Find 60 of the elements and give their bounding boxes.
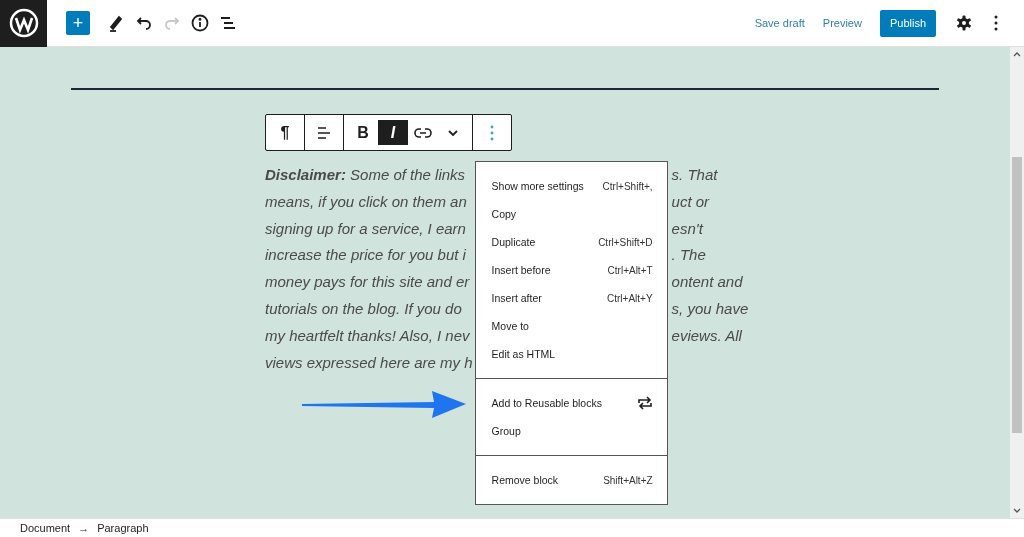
breadcrumb-link[interactable]: Paragraph <box>97 522 149 534</box>
publish-button[interactable]: Publish <box>879 9 936 37</box>
menu-item-label: Duplicate <box>491 236 536 248</box>
paragraph-text: uct or <box>670 191 711 212</box>
breadcrumb-separator: → <box>78 522 90 534</box>
site-logo-icon <box>8 8 39 38</box>
paragraph-text: ontent and <box>670 272 744 293</box>
menu-item[interactable]: Add to Reusable blocks <box>475 389 667 417</box>
paragraph-text: s, you have <box>670 299 749 319</box>
shortcut-text: Ctrl+Alt+T <box>607 264 653 276</box>
menu-item-label: Copy <box>491 208 517 220</box>
scroll-up-icon[interactable] <box>1013 51 1021 57</box>
paragraph-text: views expressed here are my h <box>265 352 474 373</box>
paragraph-text: means, if you click on them an <box>265 191 468 212</box>
menu-item[interactable]: Copy <box>475 200 667 228</box>
menu-item[interactable]: Insert after Ctrl+Alt+Y <box>475 284 667 312</box>
menu-item-label: Group <box>491 425 521 437</box>
menu-item-label: Add to Reusable blocks <box>491 397 602 409</box>
paragraph-text: s. That <box>670 165 719 185</box>
shortcut-text: Ctrl+Shift+, <box>602 180 653 192</box>
scrollbar[interactable] <box>1010 47 1024 518</box>
scroll-down-icon[interactable] <box>1013 508 1021 514</box>
paragraph-text: . The <box>670 245 707 266</box>
menu-item[interactable]: Move to <box>475 312 667 340</box>
paragraph-text: tutorials on the blog. If you do <box>265 299 463 319</box>
menu-item[interactable]: Remove block Shift+Alt+Z <box>475 466 667 494</box>
menu-item-label: Show more settings <box>491 180 584 192</box>
logo-tile[interactable] <box>0 0 47 47</box>
save-draft-button[interactable]: Save draft <box>754 17 805 29</box>
paragraph-text: Disclaimer: Some of the links <box>265 165 467 185</box>
shortcut-text: Ctrl+Shift+D <box>598 236 653 248</box>
shortcut-text: Shift+Alt+Z <box>603 474 653 486</box>
scrollbar-thumb[interactable] <box>1012 157 1022 433</box>
repeat-arrows-icon <box>636 395 653 411</box>
menu-item-label: Move to <box>491 320 529 332</box>
paragraph-text: money pays for this site and er <box>265 272 471 293</box>
preview-button[interactable]: Preview <box>822 17 862 29</box>
paragraph-text: my heartfelt thanks! Also, I nev <box>265 325 471 346</box>
menu-item[interactable]: Show more settings Ctrl+Shift+, <box>475 172 667 200</box>
info-icon[interactable] <box>190 13 210 33</box>
menu-item[interactable]: Edit as HTML <box>475 340 667 368</box>
paragraph-button[interactable]: ¶ <box>270 120 300 145</box>
italic-button[interactable]: I <box>378 120 408 145</box>
paragraph-text: increase the price for you but i <box>265 245 467 266</box>
paragraph-text: esn't <box>670 218 705 239</box>
bold-button[interactable]: B <box>348 120 378 145</box>
menu-item-label: Insert after <box>491 292 542 304</box>
shortcut-text: Ctrl+Alt+Y <box>607 292 653 304</box>
menu-item[interactable]: Duplicate Ctrl+Shift+D <box>475 228 667 256</box>
more-options-icon[interactable] <box>994 15 998 31</box>
menu-item-label: Edit as HTML <box>491 348 556 360</box>
menu-item[interactable]: Group <box>475 417 667 445</box>
settings-icon[interactable] <box>956 15 972 31</box>
breadcrumb-link[interactable]: Document <box>20 522 71 534</box>
paragraph-text: signing up for a service, I earn <box>265 218 467 239</box>
menu-item-label: Insert before <box>491 264 551 276</box>
menu-item[interactable]: Insert before Ctrl+Alt+T <box>475 256 667 284</box>
menu-item-label: Remove block <box>491 474 559 486</box>
add-block-button[interactable]: + <box>66 11 90 35</box>
paragraph-text: eviews. All <box>670 325 743 346</box>
